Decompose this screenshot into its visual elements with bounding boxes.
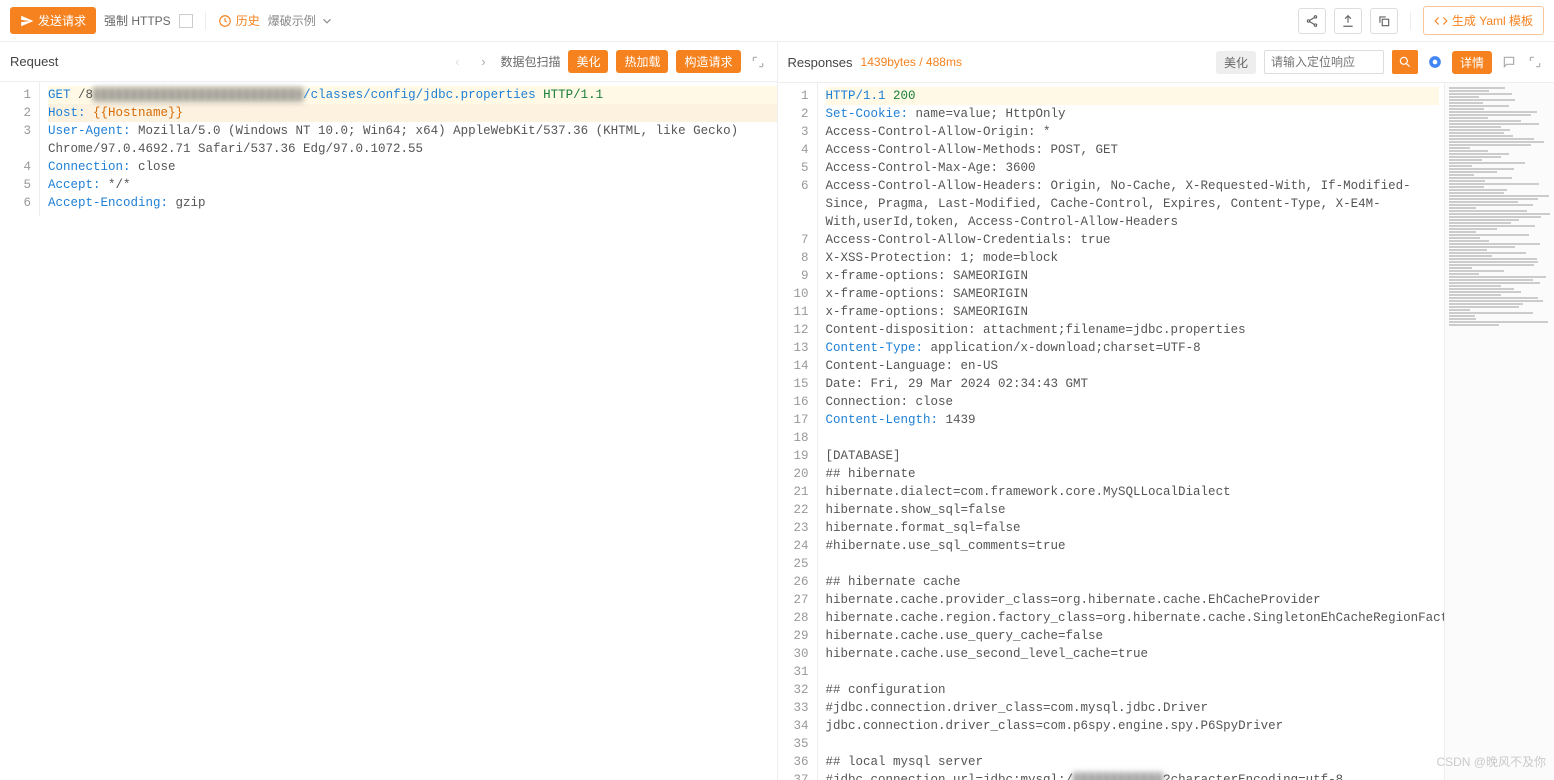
example-link[interactable]: 爆破示例 — [268, 12, 334, 29]
share-icon — [1305, 14, 1319, 28]
copy-button[interactable] — [1370, 8, 1398, 34]
expand-icon — [751, 55, 765, 69]
chrome-icon — [1428, 55, 1442, 69]
comment-button[interactable] — [1500, 53, 1518, 71]
share-button[interactable] — [1298, 8, 1326, 34]
response-title: Responses — [788, 55, 853, 70]
divider — [205, 12, 206, 30]
beautify-button[interactable]: 美化 — [568, 50, 608, 73]
hotload-button[interactable]: 热加载 — [616, 50, 668, 73]
response-search-input[interactable] — [1264, 50, 1384, 74]
response-gutter: 123456 789101112131415161718192021222324… — [778, 83, 818, 780]
nav-prev-button[interactable]: ‹ — [448, 53, 466, 71]
request-title: Request — [10, 54, 58, 69]
request-header: Request ‹ › 数据包扫描 美化 热加载 构造请求 — [0, 42, 777, 82]
response-editor[interactable]: 123456 789101112131415161718192021222324… — [778, 83, 1554, 780]
expand-response-button[interactable] — [1526, 53, 1544, 71]
history-link[interactable]: 历史 — [218, 12, 260, 29]
request-pane: Request ‹ › 数据包扫描 美化 热加载 构造请求 123 456 GE… — [0, 42, 778, 780]
send-label: 发送请求 — [38, 12, 86, 29]
export-button[interactable] — [1334, 8, 1362, 34]
construct-button[interactable]: 构造请求 — [676, 50, 740, 73]
send-icon — [20, 14, 34, 28]
main: Request ‹ › 数据包扫描 美化 热加载 构造请求 123 456 GE… — [0, 42, 1554, 780]
details-button[interactable]: 详情 — [1452, 51, 1492, 74]
expand-icon — [1528, 55, 1542, 69]
watermark: CSDN @晚风不及你 — [1436, 753, 1546, 770]
send-request-button[interactable]: 发送请求 — [10, 7, 96, 34]
yaml-template-button[interactable]: 生成 Yaml 模板 — [1423, 6, 1544, 35]
request-gutter: 123 456 — [0, 82, 40, 216]
force-https-label: 强制 HTTPS — [104, 12, 171, 29]
code-icon — [1434, 14, 1448, 28]
request-editor[interactable]: 123 456 GET /8██████████████████████████… — [0, 82, 777, 780]
topbar: 发送请求 强制 HTTPS 历史 爆破示例 生成 Yaml 模板 — [0, 0, 1554, 42]
chrome-button[interactable] — [1426, 53, 1444, 71]
response-bytes-time: 1439bytes / 488ms — [861, 55, 962, 69]
copy-icon — [1377, 14, 1391, 28]
beautify-response-button[interactable]: 美化 — [1216, 51, 1256, 74]
response-pane: Responses 1439bytes / 488ms 美化 详情 123456… — [778, 42, 1554, 780]
search-icon — [1398, 55, 1412, 69]
expand-button[interactable] — [749, 53, 767, 71]
response-search-button[interactable] — [1392, 50, 1418, 74]
clock-icon — [218, 14, 232, 28]
upload-icon — [1341, 14, 1355, 28]
chevron-down-icon — [320, 14, 334, 28]
comment-icon — [1502, 55, 1516, 69]
packet-scan-label[interactable]: 数据包扫描 — [500, 53, 560, 70]
force-https-checkbox[interactable] — [179, 14, 193, 28]
response-minimap[interactable] — [1444, 83, 1554, 780]
request-code[interactable]: GET /8████████████████████████████/class… — [40, 82, 777, 216]
response-header: Responses 1439bytes / 488ms 美化 详情 — [778, 42, 1554, 83]
divider — [1410, 12, 1411, 30]
nav-next-button[interactable]: › — [474, 53, 492, 71]
